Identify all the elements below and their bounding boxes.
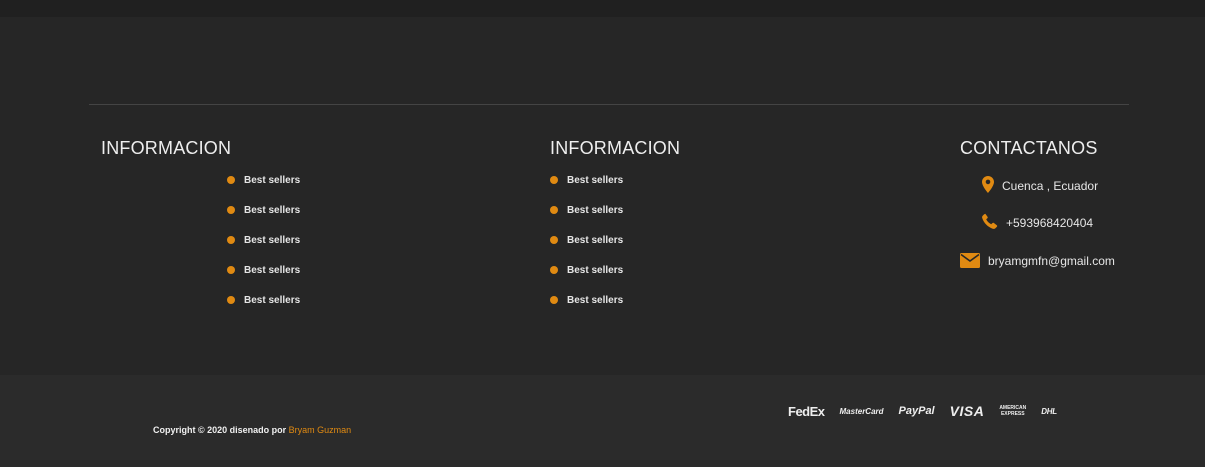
info-column-1-links: Best sellers Best sellers Best sellers B… <box>227 175 300 325</box>
link-best-sellers[interactable]: Best sellers <box>567 295 623 306</box>
link-best-sellers[interactable]: Best sellers <box>567 235 623 246</box>
link-best-sellers[interactable]: Best sellers <box>244 205 300 216</box>
top-strip <box>0 0 1205 17</box>
contact-location: Cuenca , Ecuador <box>982 175 1098 193</box>
list-item[interactable]: Best sellers <box>227 175 300 205</box>
bullet-icon <box>550 236 558 244</box>
list-item[interactable]: Best sellers <box>550 265 623 295</box>
fedex-logo: FedEx <box>788 403 825 419</box>
contact-phone: +593968420404 <box>982 212 1093 230</box>
link-best-sellers[interactable]: Best sellers <box>244 295 300 306</box>
info-column-1-title: INFORMACION <box>101 138 232 158</box>
link-best-sellers[interactable]: Best sellers <box>244 175 300 186</box>
list-item[interactable]: Best sellers <box>550 235 623 265</box>
list-item[interactable]: Best sellers <box>227 265 300 295</box>
bullet-icon <box>550 176 558 184</box>
visa-logo: VISA <box>949 403 985 419</box>
bullet-icon <box>550 296 558 304</box>
bullet-icon <box>227 236 235 244</box>
dhl-logo: DHL <box>1041 406 1057 416</box>
mastercard-logo: MasterCard <box>839 406 884 416</box>
link-best-sellers[interactable]: Best sellers <box>567 265 623 276</box>
list-item[interactable]: Best sellers <box>227 235 300 265</box>
phone-icon <box>982 213 998 229</box>
map-marker-icon <box>982 175 994 193</box>
list-item[interactable]: Best sellers <box>550 175 623 205</box>
bullet-icon <box>550 266 558 274</box>
email-text[interactable]: bryamgmfn@gmail.com <box>988 254 1115 268</box>
contact-title: CONTACTANOS <box>960 138 1098 158</box>
link-best-sellers[interactable]: Best sellers <box>567 175 623 186</box>
link-best-sellers[interactable]: Best sellers <box>244 235 300 246</box>
bullet-icon <box>227 176 235 184</box>
link-best-sellers[interactable]: Best sellers <box>244 265 300 276</box>
link-best-sellers[interactable]: Best sellers <box>567 205 623 216</box>
list-item[interactable]: Best sellers <box>550 205 623 235</box>
info-column-2-title: INFORMACION <box>550 138 681 158</box>
list-item[interactable]: Best sellers <box>550 295 623 325</box>
amex-logo: AMERICAN EXPRESS <box>999 405 1026 417</box>
list-item[interactable]: Best sellers <box>227 205 300 235</box>
copyright: Copyright © 2020 disenado por Bryam Guzm… <box>153 425 351 435</box>
phone-text: +593968420404 <box>1006 216 1094 230</box>
amex-line-2: EXPRESS <box>1000 411 1025 417</box>
bullet-icon <box>227 206 235 214</box>
location-text: Cuenca , Ecuador <box>1002 179 1099 193</box>
info-column-2-links: Best sellers Best sellers Best sellers B… <box>550 175 623 325</box>
bullet-icon <box>550 206 558 214</box>
envelope-icon <box>960 253 980 268</box>
bullet-icon <box>227 296 235 304</box>
payment-methods: FedEx MasterCard PayPal VISA AMERICAN EX… <box>788 403 1057 419</box>
list-item[interactable]: Best sellers <box>227 295 300 325</box>
bottom-bar: Copyright © 2020 disenado por Bryam Guzm… <box>0 375 1205 467</box>
bullet-icon <box>227 266 235 274</box>
author-link[interactable]: Bryam Guzman <box>289 425 352 435</box>
paypal-logo: PayPal <box>898 405 935 417</box>
footer-divider <box>89 104 1129 105</box>
copyright-text: Copyright © 2020 disenado por <box>153 425 287 435</box>
contact-email: bryamgmfn@gmail.com <box>960 253 1115 268</box>
